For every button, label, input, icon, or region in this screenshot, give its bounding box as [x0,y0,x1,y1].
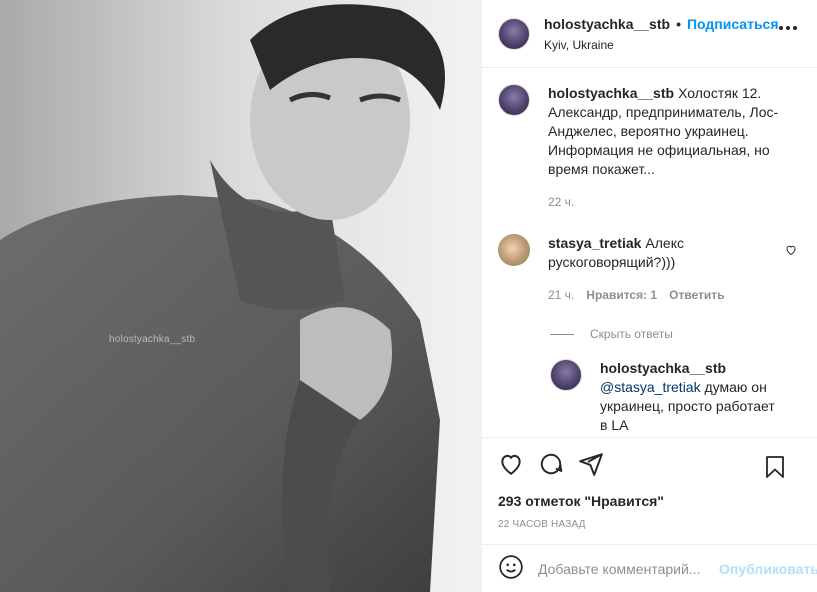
heart-icon[interactable] [498,451,538,480]
caption-avatar[interactable] [498,84,530,116]
reply-avatar[interactable] [550,359,582,391]
post-photo[interactable]: holostyachka__stb [0,0,481,592]
follow-button[interactable]: Подписаться [687,16,779,32]
comment-meta: 21 ч. Нравится: 1 Ответить [548,286,778,305]
share-icon[interactable] [578,451,618,480]
author-avatar[interactable] [498,17,530,50]
reply-mention[interactable]: @stasya_tretiak [600,379,701,395]
header-text: holostyachka__stb • Подписаться Kyiv, Uk… [544,16,779,52]
comment-like-icon[interactable] [785,244,797,259]
comment-body: stasya_tretiak Алекс рускоговорящий?))) 2… [548,234,778,305]
more-icon[interactable] [779,26,797,30]
caption-time[interactable]: 22 ч. [548,193,574,212]
hide-replies-label: Скрыть ответы [590,327,673,341]
comment-text-block: stasya_tretiak Алекс рускоговорящий?))) [548,234,778,272]
post-window: holostyachka__stb holostyachka__stb • По… [0,0,817,592]
photo-watermark: holostyachka__stb [109,334,196,345]
add-comment-bar: Опубликовать [482,544,817,592]
comment-username[interactable]: stasya_tretiak [548,235,641,251]
reply-item: holostyachka__stb @stasya_tretiak думаю … [550,359,801,435]
bookmark-icon[interactable] [763,454,801,483]
comment-likes[interactable]: Нравится: 1 [586,286,657,305]
post-header: holostyachka__stb • Подписаться Kyiv, Uk… [482,0,817,68]
caption-username[interactable]: holostyachka__stb [548,85,674,101]
post-timestamp[interactable]: 22 ЧАСОВ НАЗАД [482,509,817,530]
photo-illustration [0,0,481,592]
reply-button[interactable]: Ответить [669,286,724,305]
separator-dot: • [676,15,681,32]
comment-icon[interactable] [538,451,578,480]
reply-username[interactable]: holostyachka__stb [600,360,726,376]
location-link[interactable]: Kyiv, Ukraine [544,38,779,52]
author-username[interactable]: holostyachka__stb [544,16,670,32]
caption: holostyachka__stb Холостяк 12. Александр,… [498,84,801,212]
emoji-icon[interactable] [498,554,524,583]
reply-body: holostyachka__stb @stasya_tretiak думаю … [600,359,780,435]
caption-text-block: holostyachka__stb Холостяк 12. Александр,… [548,84,801,179]
comments-section: holostyachka__stb Холостяк 12. Александр,… [482,68,817,437]
post-side-panel: holostyachka__stb • Подписаться Kyiv, Uk… [481,0,817,592]
caption-body: holostyachka__stb Холостяк 12. Александр,… [548,84,801,212]
header-line: holostyachka__stb • Подписаться [544,16,779,32]
hide-replies-line [550,333,574,335]
commenter-avatar[interactable] [498,234,530,266]
hide-replies-toggle[interactable]: Скрыть ответы [550,327,801,341]
likes-count[interactable]: 293 отметок "Нравится" [482,493,817,509]
caption-meta: 22 ч. [548,193,801,212]
comment-item: stasya_tretiak Алекс рускоговорящий?))) 2… [498,234,801,305]
publish-button[interactable]: Опубликовать [719,561,817,577]
comment-input[interactable] [538,560,719,577]
comment-time[interactable]: 21 ч. [548,286,574,305]
action-bar [482,437,817,493]
